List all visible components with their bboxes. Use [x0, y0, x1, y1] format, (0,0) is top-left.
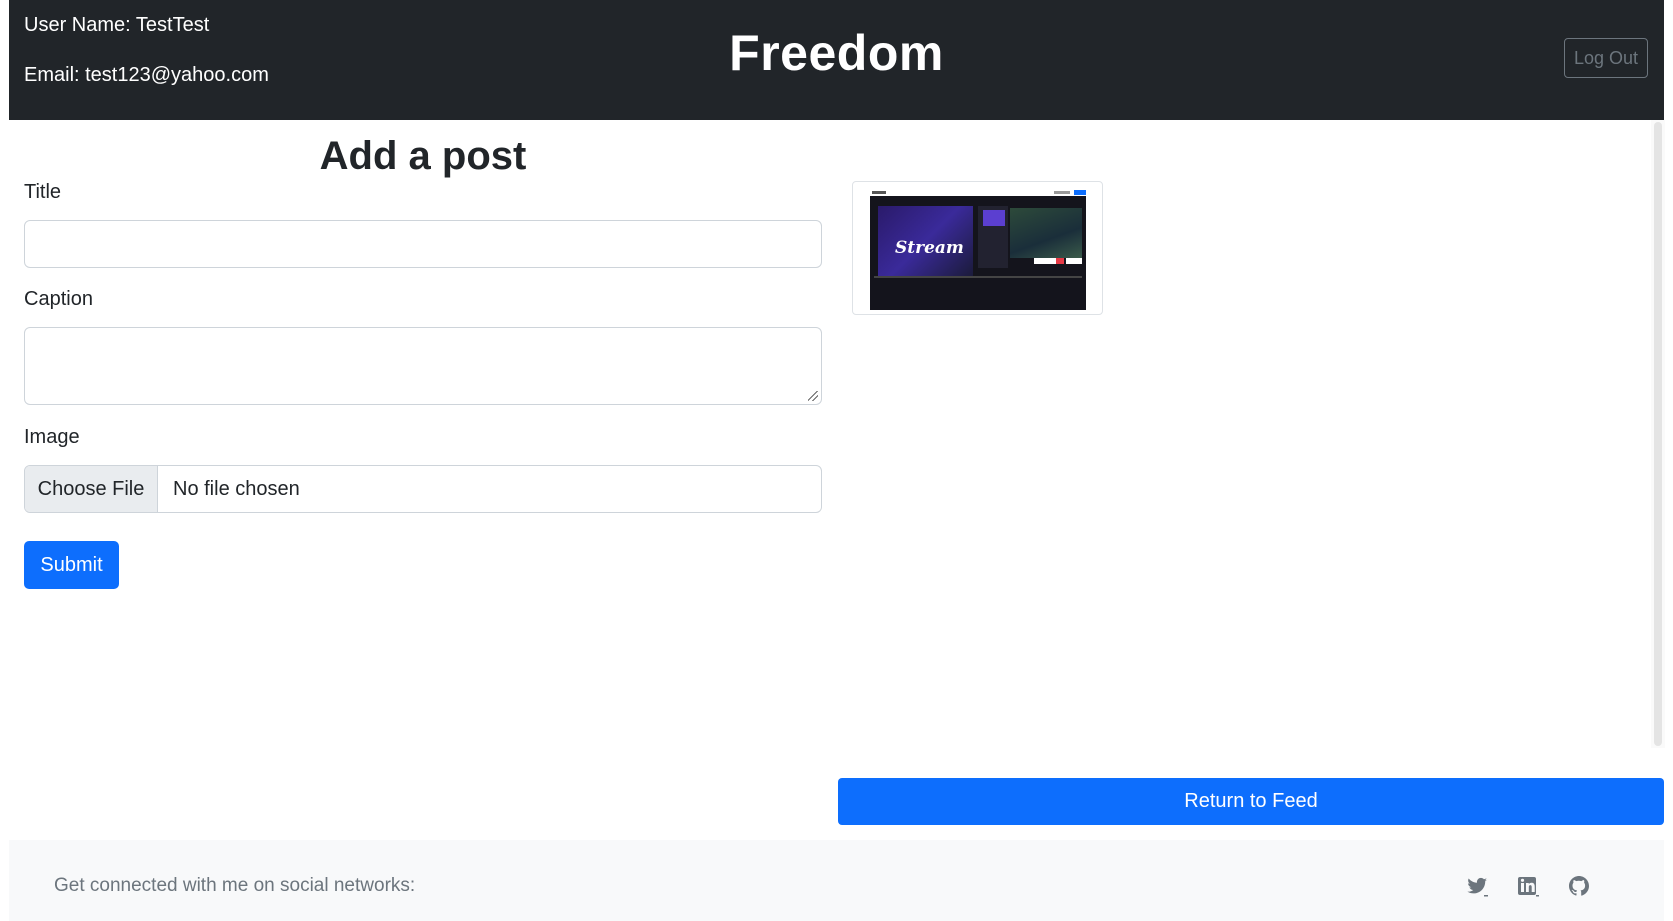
- return-to-feed-button[interactable]: Return to Feed: [838, 778, 1664, 825]
- preview-image: Stream: [870, 196, 1086, 310]
- choose-file-button[interactable]: Choose File: [25, 466, 158, 512]
- image-label: Image: [24, 426, 80, 448]
- scrollbar-thumb[interactable]: [1654, 122, 1662, 746]
- submit-button[interactable]: Submit: [24, 541, 119, 589]
- page: User Name: TestTest Email: test123@yahoo…: [0, 0, 1673, 921]
- brand-title: Freedom: [729, 25, 944, 81]
- top-navbar: User Name: TestTest Email: test123@yahoo…: [9, 0, 1664, 120]
- caption-textarea[interactable]: [24, 327, 822, 405]
- title-label: Title: [24, 181, 62, 203]
- file-status-text: No file chosen: [173, 477, 300, 500]
- github-icon[interactable]: [1566, 874, 1592, 898]
- image-preview-card: Stream: [852, 181, 1103, 315]
- linkedin-icon[interactable]: [1515, 874, 1541, 898]
- twitter-icon[interactable]: [1464, 874, 1490, 898]
- image-file-input[interactable]: Choose File No file chosen: [24, 465, 822, 513]
- logout-button[interactable]: Log Out: [1564, 38, 1648, 78]
- preview-image-text: Stream: [895, 238, 964, 258]
- form-title: Add a post: [319, 134, 527, 178]
- caption-label: Caption: [24, 288, 93, 310]
- footer-text: Get connected with me on social networks…: [54, 875, 416, 896]
- title-input[interactable]: [24, 220, 822, 268]
- footer: Get connected with me on social networks…: [9, 840, 1664, 921]
- resize-grip-icon[interactable]: [808, 391, 818, 401]
